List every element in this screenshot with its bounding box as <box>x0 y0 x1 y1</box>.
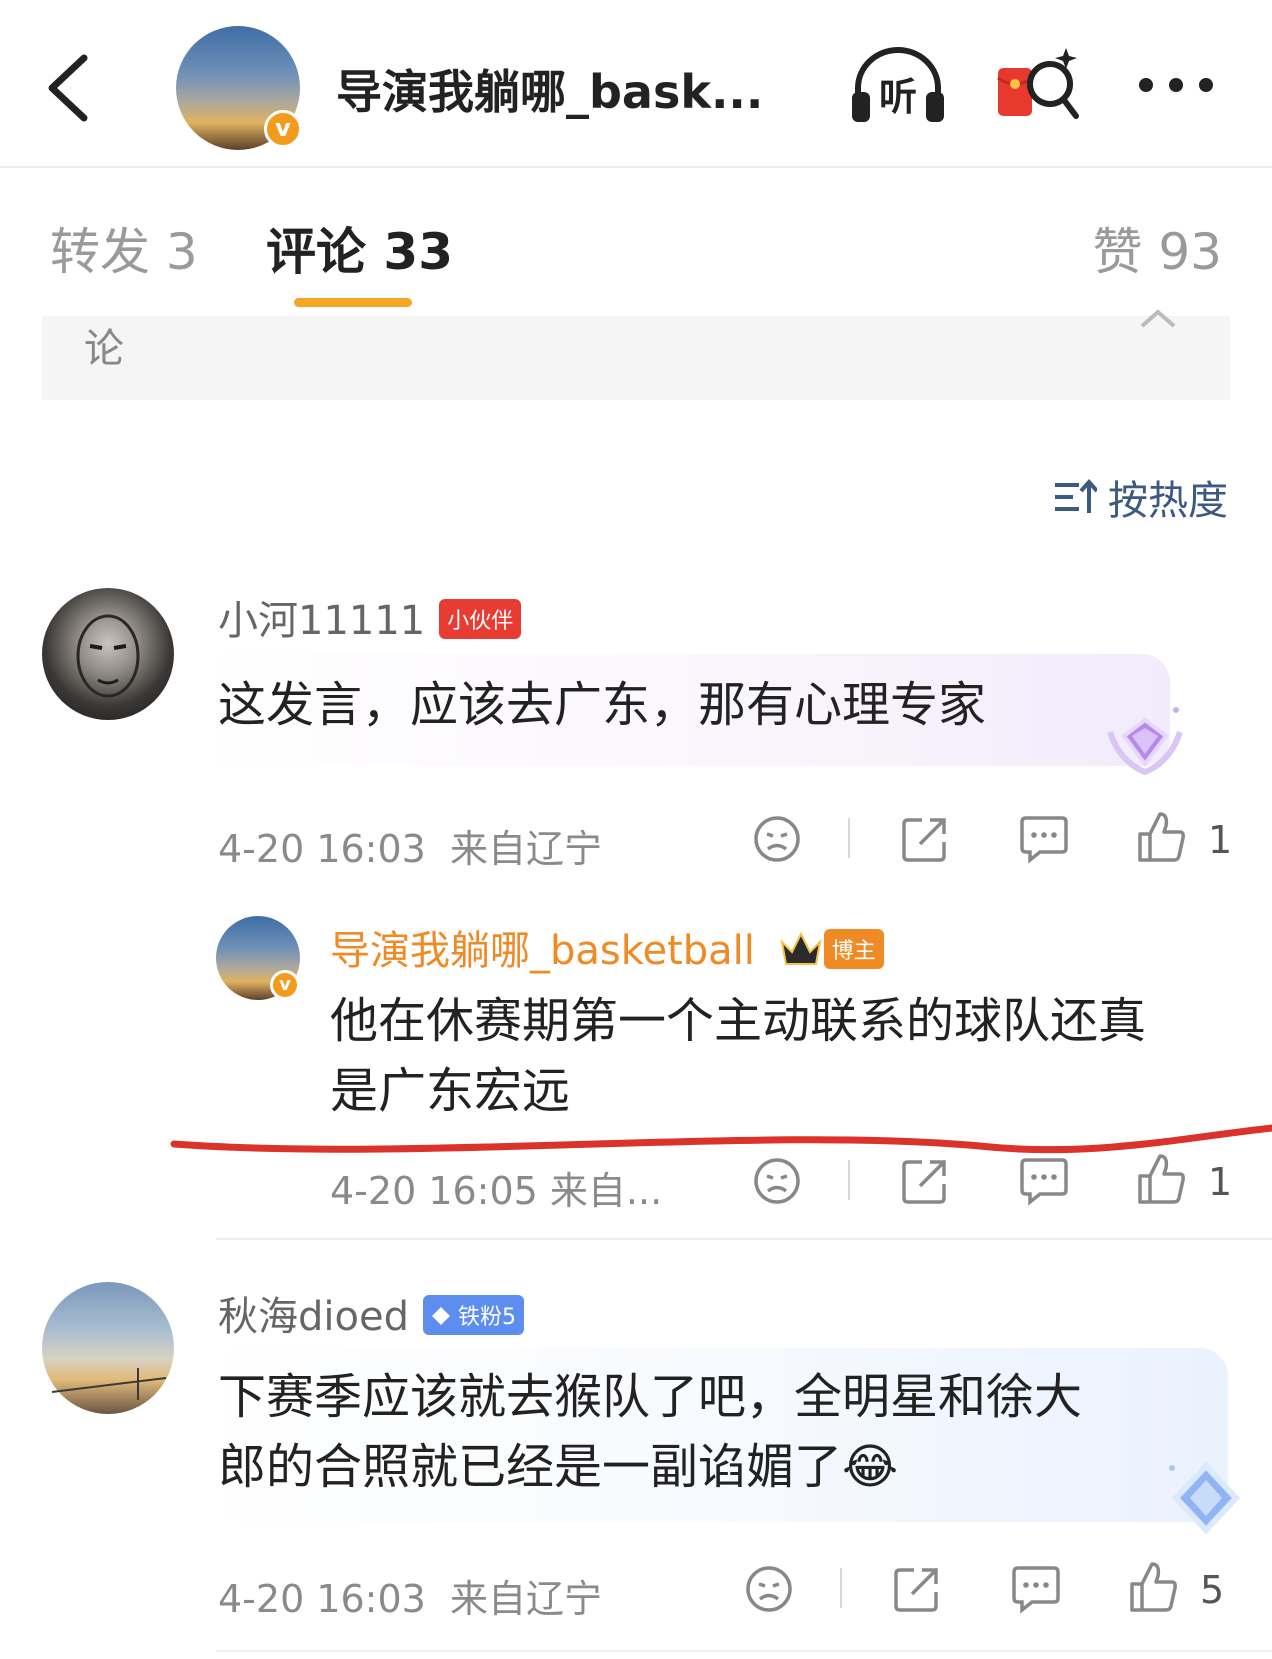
commenter-name[interactable]: 小河11111 小伙伴 <box>218 588 522 646</box>
tab-likes[interactable]: 赞 93 <box>1092 212 1222 284</box>
diamond-decoration-icon <box>1169 1461 1241 1535</box>
comment-date: 4-20 16:03 <box>218 827 426 871</box>
reply-meta: 4-20 16:05 来自... <box>330 1169 663 1213</box>
chevron-up-icon[interactable] <box>1138 306 1178 330</box>
like-count: 1 <box>1208 818 1233 862</box>
tab-bar: 转发 3 评论 33 赞 93 <box>0 170 1272 316</box>
reply-text-line: 他在休赛期第一个主动联系的球队还真 <box>330 993 1147 1049</box>
listen-label: 听 <box>879 75 917 119</box>
like-count: 5 <box>1200 1568 1225 1612</box>
back-arrow-icon[interactable] <box>40 48 100 128</box>
author-reply-name[interactable]: 导演我躺哪_basketball 博主 <box>330 918 884 976</box>
commenter-username[interactable]: 小河11111 <box>218 598 425 644</box>
share-icon[interactable] <box>900 1156 950 1206</box>
comment-divider <box>216 1238 1272 1240</box>
crown-icon <box>780 931 822 965</box>
commenter-username[interactable]: 秋海dioed <box>218 1294 409 1340</box>
comment-divider <box>216 1650 1272 1652</box>
headphones-icon[interactable]: 听 <box>850 44 946 124</box>
comment-text-line: 郎的合照就已经是一副谄媚了😂 <box>218 1439 899 1495</box>
author-reply-avatar[interactable]: v <box>216 916 300 1000</box>
fan-badge: 小伙伴 <box>439 599 522 639</box>
collapsed-content-bar[interactable]: 论 <box>42 309 1230 400</box>
reply-icon[interactable] <box>1010 1564 1062 1614</box>
dislike-face-icon[interactable] <box>752 814 802 864</box>
sort-label: 按热度 <box>1108 478 1228 524</box>
commenter-name[interactable]: 秋海dioed 铁粉5 <box>218 1284 524 1342</box>
reply-text-line: 是广东宏远 <box>330 1063 571 1119</box>
reply-text: 他在休赛期第一个主动联系的球队还真 是广东宏远 <box>330 986 1146 1126</box>
more-icon[interactable] <box>1136 70 1216 100</box>
comment-date: 4-20 16:03 <box>218 1577 426 1621</box>
verified-badge: v <box>270 970 300 1000</box>
tab-repost[interactable]: 转发 3 <box>50 212 198 284</box>
commenter-avatar[interactable] <box>42 1282 174 1414</box>
author-username[interactable]: 导演我躺哪_basketball <box>330 928 755 974</box>
diamond-icon <box>431 1307 450 1325</box>
active-tab-indicator <box>294 298 412 307</box>
fan-level-label: 铁粉5 <box>457 1305 516 1330</box>
comment-text: 这发言，应该去广东，那有心理专家 <box>218 677 987 733</box>
comment-location: 来自辽宁 <box>449 827 602 871</box>
dislike-face-icon[interactable] <box>744 1564 794 1614</box>
comment-meta: 4-20 16:03 来自辽宁 <box>218 1568 602 1623</box>
like-icon[interactable] <box>1136 1152 1186 1206</box>
reply-icon[interactable] <box>1018 1156 1070 1206</box>
fan-level-badge: 铁粉5 <box>422 1295 524 1335</box>
sort-control[interactable]: 按热度 <box>1053 468 1228 524</box>
dislike-face-icon[interactable] <box>752 1156 802 1206</box>
commenter-avatar[interactable] <box>42 588 174 720</box>
face-icon <box>76 614 140 698</box>
page-title[interactable]: 导演我躺哪_bask... <box>336 56 763 122</box>
comment-location: 来自辽宁 <box>449 1577 602 1621</box>
diamond-decoration-icon <box>1107 707 1183 776</box>
like-icon[interactable] <box>1128 1560 1178 1614</box>
author-badge: 博主 <box>823 929 884 969</box>
verified-badge: v <box>264 110 302 148</box>
tab-comments[interactable]: 评论 33 <box>266 212 453 284</box>
comment-meta: 4-20 16:03 来自辽宁 <box>218 818 602 873</box>
like-count: 1 <box>1208 1160 1233 1204</box>
comment-text: 下赛季应该就去猴队了吧，全明星和徐大 郎的合照就已经是一副谄媚了😂 <box>218 1362 1082 1502</box>
top-bar: v 导演我躺哪_bask... 听 <box>0 0 1272 168</box>
sort-icon <box>1054 478 1097 513</box>
action-separator <box>848 1160 850 1200</box>
action-separator <box>848 818 850 858</box>
share-icon[interactable] <box>900 814 950 864</box>
red-packet-search-icon[interactable] <box>996 44 1080 128</box>
comment-text-line: 下赛季应该就去猴队了吧，全明星和徐大 <box>218 1369 1083 1425</box>
reply-icon[interactable] <box>1018 814 1070 864</box>
sky-photo-icon <box>51 1368 167 1400</box>
like-icon[interactable] <box>1136 810 1186 864</box>
author-avatar[interactable]: v <box>176 26 302 150</box>
collapsed-text: 论 <box>84 326 124 372</box>
action-separator <box>840 1568 842 1608</box>
share-icon[interactable] <box>892 1564 942 1614</box>
